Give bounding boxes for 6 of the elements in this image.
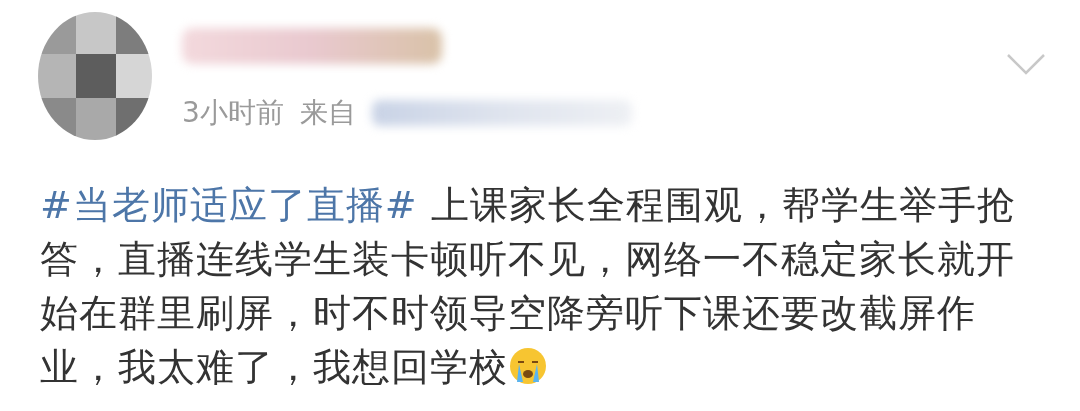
- crying-emoji-icon: [508, 346, 548, 386]
- source-label: 来自: [299, 95, 356, 131]
- avatar[interactable]: [36, 10, 154, 142]
- post-text: #当老师适应了直播# 上课家长全程围观，帮学生举手抢答，直播连线学生装卡顿听不见，网络一不稳定家长就开始在群里刷屏，时不时领导空降旁听下课还要改截屏作业，我太难了，我想回学校: [40, 182, 1017, 391]
- post-time: 3小时前: [182, 95, 284, 131]
- hashtag-link[interactable]: #当老师适应了直播#: [40, 183, 418, 227]
